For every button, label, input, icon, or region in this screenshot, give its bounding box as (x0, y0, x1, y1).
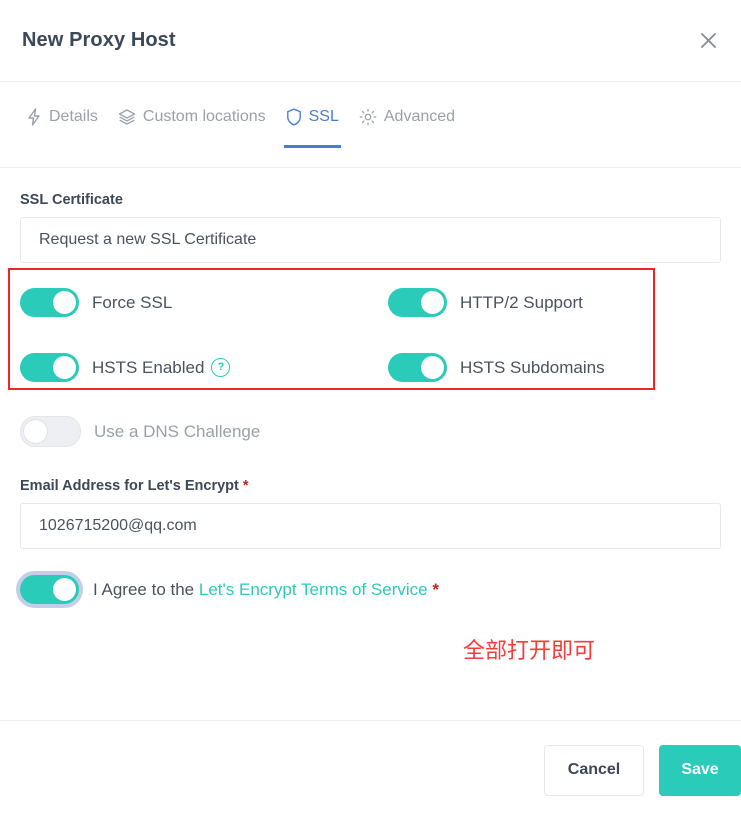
toggle-row-http2-support: HTTP/2 Support (388, 280, 721, 325)
toggle-knob (24, 420, 47, 443)
active-tab-indicator (283, 145, 341, 148)
lightning-bolt-icon (26, 108, 42, 126)
email-field-value: 1026715200@qq.com (39, 517, 197, 534)
toggle-row-hsts-subdomains: HSTS Subdomains (388, 345, 721, 390)
force-ssl-toggle[interactable] (20, 288, 79, 317)
required-marker: * (432, 579, 439, 599)
toggle-knob (53, 578, 76, 601)
agree-prefix: I Agree to the (93, 579, 195, 599)
email-label: Email Address for Let's Encrypt * (20, 478, 721, 494)
hsts-enabled-label: HSTS Enabled (92, 357, 205, 377)
dns-challenge-toggle[interactable] (20, 416, 81, 447)
email-label-text: Email Address for Let's Encrypt (20, 478, 239, 494)
page-title: New Proxy Host (22, 29, 176, 51)
tab-advanced-label: Advanced (383, 108, 456, 125)
tab-ssl[interactable]: SSL (278, 108, 351, 148)
toggle-row-force-ssl: Force SSL (20, 280, 388, 325)
agree-terms-row: I Agree to the Let's Encrypt Terms of Se… (20, 575, 721, 604)
tab-bar: Details Custom locations SSL Advanced (0, 82, 741, 168)
hsts-subdomains-toggle[interactable] (388, 353, 447, 382)
gear-icon (359, 108, 377, 126)
close-icon[interactable] (693, 26, 723, 56)
toggle-row-hsts-enabled: HSTS Enabled ? (20, 345, 388, 390)
hsts-subdomains-label: HSTS Subdomains (460, 357, 605, 377)
tab-ssl-label: SSL (308, 108, 339, 125)
ssl-certificate-label: SSL Certificate (20, 192, 123, 208)
ssl-toggle-grid: Force SSL HTTP/2 Support HSTS Enabled ? … (8, 268, 721, 390)
http2-support-toggle[interactable] (388, 288, 447, 317)
toggle-knob (421, 291, 444, 314)
hsts-enabled-toggle[interactable] (20, 353, 79, 382)
dns-challenge-label: Use a DNS Challenge (94, 421, 261, 441)
save-button[interactable]: Save (659, 744, 741, 796)
tab-advanced[interactable]: Advanced (351, 108, 467, 148)
shield-icon (286, 108, 302, 126)
http2-support-label: HTTP/2 Support (460, 292, 583, 312)
toggle-knob (421, 356, 444, 379)
toggle-row-dns-challenge: Use a DNS Challenge (20, 409, 721, 454)
email-field[interactable]: 1026715200@qq.com (20, 503, 721, 549)
modal-body: SSL Certificate Request a new SSL Certif… (0, 192, 741, 664)
toggle-knob (53, 356, 76, 379)
tab-custom-locations-label: Custom locations (142, 108, 266, 125)
ssl-certificate-select[interactable]: Request a new SSL Certificate (20, 217, 721, 263)
toggle-knob (53, 291, 76, 314)
ssl-certificate-selected-value: Request a new SSL Certificate (39, 231, 257, 248)
annotation-text: 全部打开即可 (463, 639, 596, 664)
force-ssl-label: Force SSL (92, 292, 173, 312)
agree-terms-text: I Agree to the Let's Encrypt Terms of Se… (93, 580, 439, 600)
modal-footer: Cancel Save (0, 720, 741, 819)
cancel-button[interactable]: Cancel (544, 744, 644, 796)
agree-terms-toggle[interactable] (20, 575, 79, 604)
tab-details-label: Details (49, 108, 98, 125)
terms-of-service-link[interactable]: Let's Encrypt Terms of Service (199, 580, 428, 599)
tab-custom-locations[interactable]: Custom locations (110, 108, 278, 148)
hsts-enabled-label-wrap: HSTS Enabled ? (92, 357, 231, 378)
required-marker: * (242, 478, 249, 494)
question-circle-icon[interactable]: ? (211, 358, 231, 377)
tab-details[interactable]: Details (18, 108, 110, 148)
layers-icon (118, 108, 136, 126)
modal-header: New Proxy Host (0, 0, 741, 82)
